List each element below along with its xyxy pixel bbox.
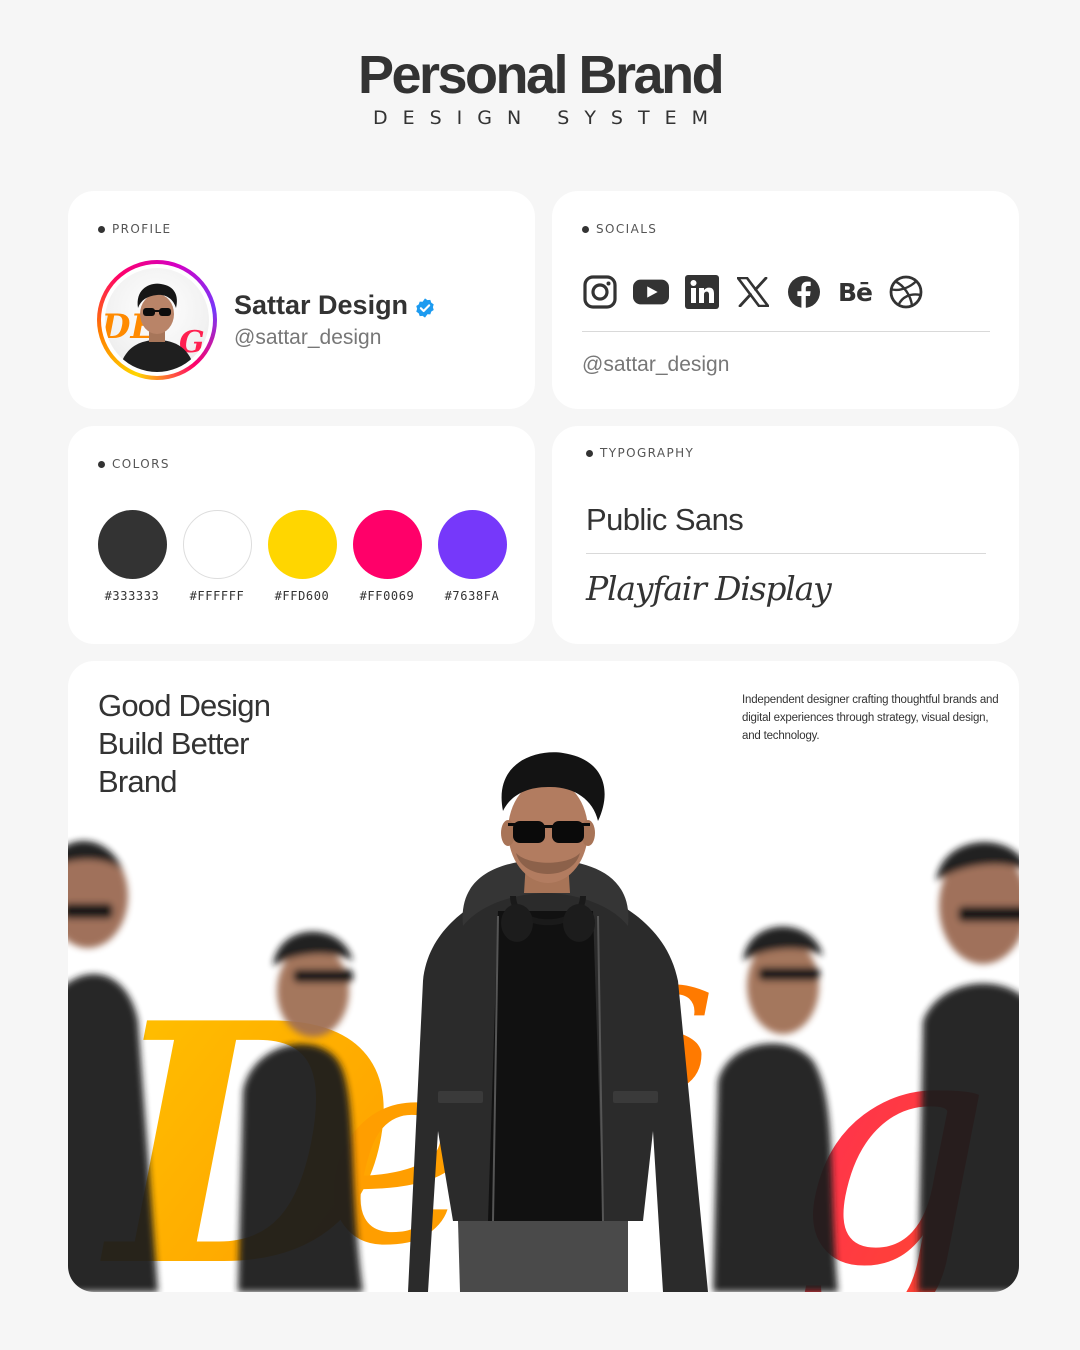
swatch-circle bbox=[97, 510, 167, 579]
colors-card: COLORS #333333 #FFFFFF #FFD600 #FF0069 #… bbox=[68, 426, 535, 644]
profile-name-text: Sattar Design bbox=[234, 290, 409, 320]
behance-icon-text: Bē bbox=[837, 277, 873, 307]
socials-label: SOCIALS bbox=[582, 222, 657, 236]
avatar[interactable]: DE G bbox=[97, 260, 217, 380]
social-handle[interactable]: @sattar_design bbox=[582, 353, 729, 377]
avatar-photo: DE G bbox=[105, 268, 209, 372]
linkedin-icon[interactable] bbox=[684, 274, 720, 310]
dribbble-icon[interactable] bbox=[888, 274, 924, 310]
colors-label-text: COLORS bbox=[112, 457, 170, 471]
hero-tagline: Good Design Build Better Brand bbox=[98, 687, 271, 801]
tagline-line: Brand bbox=[98, 764, 178, 799]
profile-label: PROFILE bbox=[98, 222, 172, 236]
swatch-hex: #7638FA bbox=[444, 589, 500, 603]
youtube-icon[interactable] bbox=[633, 274, 669, 310]
central-figure bbox=[408, 752, 708, 1292]
tagline-line: Good Design bbox=[98, 688, 271, 723]
profile-handle[interactable]: @sattar_design bbox=[234, 326, 381, 350]
page-title: Personal Brand bbox=[357, 45, 725, 105]
divider bbox=[582, 331, 990, 332]
color-swatch[interactable]: #FFD600 bbox=[267, 510, 337, 603]
profile-card: PROFILE DE G Sattar Design @sattar_desig… bbox=[68, 191, 535, 409]
typography-label: TYPOGRAPHY bbox=[586, 446, 694, 460]
profile-name: Sattar Design bbox=[234, 290, 436, 321]
socials-card: SOCIALS Bē @sattar_design bbox=[552, 191, 1019, 409]
typography-card: TYPOGRAPHY Public Sans Playfair Display bbox=[552, 426, 1019, 644]
page-header: Personal Brand DESIGN SYSTEM bbox=[0, 44, 1080, 130]
verified-badge-icon bbox=[414, 295, 436, 318]
divider bbox=[586, 553, 986, 554]
bullet-dot bbox=[98, 225, 105, 233]
hero-bio: Independent designer crafting thoughtful… bbox=[742, 694, 999, 742]
typography-label-text: TYPOGRAPHY bbox=[600, 446, 695, 460]
x-icon[interactable] bbox=[735, 274, 771, 310]
facebook-icon[interactable] bbox=[786, 274, 822, 310]
behance-icon[interactable]: Bē bbox=[837, 274, 873, 310]
bullet-dot bbox=[582, 225, 589, 233]
swatch-circle bbox=[352, 510, 422, 579]
color-swatch[interactable]: #333333 bbox=[97, 510, 167, 603]
swatch-hex: #FFD600 bbox=[274, 589, 330, 603]
bullet-dot bbox=[98, 460, 105, 468]
color-swatches: #333333 #FFFFFF #FFD600 #FF0069 #7638FA bbox=[97, 510, 522, 603]
font-sample-serif: Playfair Display bbox=[586, 569, 832, 608]
color-swatch[interactable]: #FFFFFF bbox=[182, 510, 252, 603]
color-swatch[interactable]: #7638FA bbox=[437, 510, 507, 603]
page-subtitle: DESIGN SYSTEM bbox=[372, 107, 723, 129]
swatch-circle bbox=[267, 510, 337, 579]
instagram-icon[interactable] bbox=[582, 274, 618, 310]
font-sample-sans: Public Sans bbox=[586, 502, 744, 537]
swatch-hex: #333333 bbox=[104, 589, 160, 603]
blurred-figure-right bbox=[918, 842, 1019, 1292]
social-icons-row: Bē bbox=[582, 274, 939, 310]
swatch-circle bbox=[437, 510, 507, 579]
color-swatch[interactable]: #FF0069 bbox=[352, 510, 422, 603]
swatch-hex: #FFFFFF bbox=[189, 589, 245, 603]
swatch-hex: #FF0069 bbox=[359, 589, 415, 603]
tagline-line: Build Better bbox=[98, 726, 249, 761]
bullet-dot bbox=[586, 449, 593, 457]
socials-label-text: SOCIALS bbox=[596, 222, 658, 236]
hero-card: D e s g bbox=[68, 661, 1019, 1292]
colors-label: COLORS bbox=[98, 457, 170, 471]
swatch-circle bbox=[182, 510, 252, 579]
profile-label-text: PROFILE bbox=[112, 222, 172, 236]
